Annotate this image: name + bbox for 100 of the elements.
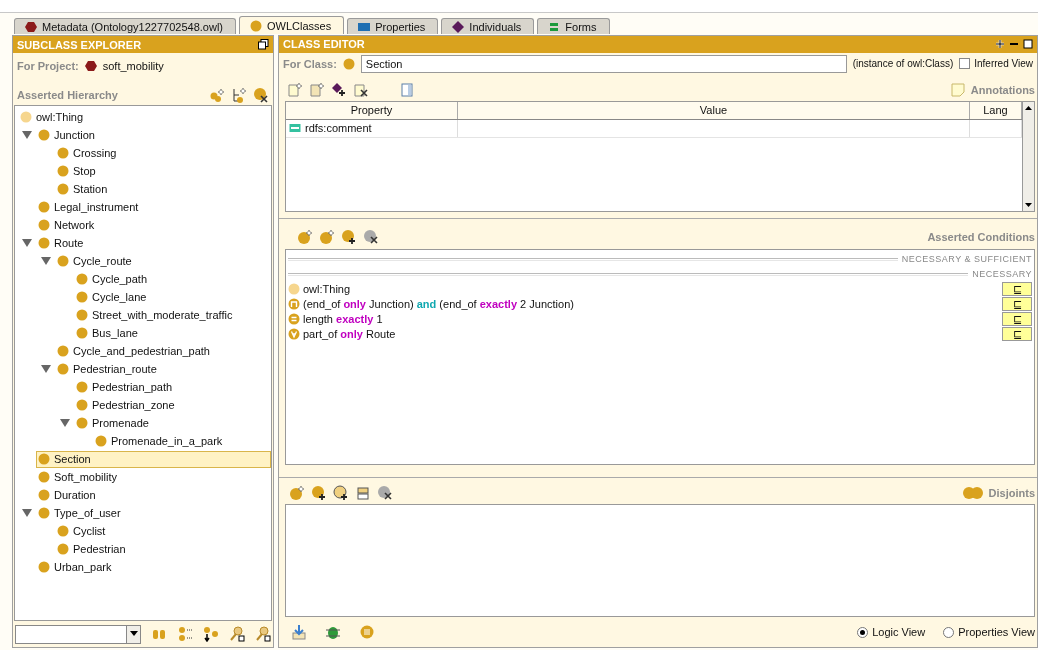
tree-item[interactable]: Pedestrian_path	[74, 378, 271, 396]
equals-icon	[288, 313, 300, 326]
project-label: For Project:	[17, 60, 79, 72]
swap-icon[interactable]	[355, 485, 371, 502]
download-icon[interactable]	[291, 624, 307, 641]
column-header[interactable]: Property	[286, 101, 458, 119]
universal-icon	[288, 328, 300, 341]
remove-condition-icon[interactable]	[377, 485, 393, 502]
hexagon-icon	[25, 20, 37, 33]
class-icon	[57, 165, 69, 177]
note-icon	[950, 82, 965, 97]
remove-condition-icon[interactable]	[363, 228, 379, 245]
tree-item[interactable]: Legal_instrument	[36, 198, 271, 216]
add-individual-icon[interactable]	[331, 81, 347, 98]
class-icon	[57, 525, 69, 537]
view-radio[interactable]: Properties View	[943, 626, 1035, 639]
tree-item[interactable]: Street_with_moderate_traffic	[74, 306, 271, 324]
class-icon	[250, 19, 262, 32]
class-icon	[76, 327, 88, 339]
windows-icon[interactable]	[258, 39, 269, 50]
expand-toggle-icon[interactable]	[22, 508, 32, 518]
tree-item[interactable]: Cyclist	[55, 522, 271, 540]
class-icon	[288, 283, 300, 296]
tree-item[interactable]: Duration	[36, 486, 271, 504]
tree-item[interactable]: Cycle_path	[74, 270, 271, 288]
key-icon[interactable]	[229, 626, 245, 642]
tree-item[interactable]: Section	[36, 450, 271, 468]
tree-item[interactable]: Promenade	[74, 414, 271, 432]
subclass-badge[interactable]: ⊑	[1002, 282, 1032, 297]
section-header: NECESSARY	[972, 269, 1032, 280]
class-icon	[76, 309, 88, 321]
condition-expression[interactable]: part_of only Route	[303, 328, 999, 341]
subclass-badge[interactable]: ⊑	[1002, 312, 1032, 327]
hierarchy-label: Asserted Hierarchy	[17, 89, 118, 101]
add-condition-icon[interactable]	[311, 485, 327, 502]
tree-item[interactable]: Cycle_route	[55, 252, 271, 270]
tree-item[interactable]: Bus_lane	[74, 324, 271, 342]
column-header[interactable]: Value	[458, 101, 970, 119]
dropdown-caret-icon[interactable]	[129, 631, 138, 637]
tree-item[interactable]: Type_of_user	[36, 504, 271, 522]
comment-icon	[289, 123, 301, 134]
expand-toggle-icon[interactable]	[41, 256, 51, 266]
condition-expression[interactable]: owl:Thing	[303, 283, 999, 296]
tree-item[interactable]: Urban_park	[36, 558, 271, 576]
condition-expression[interactable]: length exactly 1	[303, 313, 999, 326]
move-down-icon[interactable]	[203, 626, 219, 642]
section-header: NECESSARY & SUFFICIENT	[901, 254, 1032, 265]
tree-item[interactable]: Junction	[36, 126, 271, 144]
class-icon	[38, 453, 50, 465]
window-icon[interactable]	[1023, 39, 1033, 50]
bug-icon[interactable]	[325, 624, 341, 641]
class-icon	[38, 201, 50, 213]
expand-toggle-icon[interactable]	[60, 418, 70, 428]
tree-item[interactable]: Promenade_in_a_park	[93, 432, 271, 450]
class-name-field[interactable]: Section	[360, 54, 847, 73]
class-icon	[57, 255, 69, 267]
tree-item[interactable]: Crossing	[55, 144, 271, 162]
add-condition-icon[interactable]	[333, 485, 349, 502]
tab[interactable]: Properties	[347, 18, 439, 34]
delete-note-icon[interactable]	[353, 81, 369, 98]
tab[interactable]: Forms	[537, 18, 610, 34]
tree-item[interactable]: Network	[36, 216, 271, 234]
tree-item[interactable]: Station	[55, 180, 271, 198]
class-icon	[38, 237, 50, 249]
class-icon	[38, 219, 50, 231]
tree-item[interactable]: Pedestrian_zone	[74, 396, 271, 414]
delete-class-icon[interactable]	[253, 87, 269, 103]
class-icon	[57, 363, 69, 375]
instance-of-text: (instance of owl:Class)	[852, 58, 954, 70]
expand-toggle-icon[interactable]	[22, 130, 32, 140]
subclass-badge[interactable]: ⊑	[1002, 297, 1032, 312]
class-icon	[76, 399, 88, 411]
add-condition-icon[interactable]	[341, 228, 357, 245]
key-icon[interactable]	[255, 626, 271, 642]
add-sibling-icon[interactable]	[231, 87, 247, 103]
view-radio[interactable]: Logic View	[857, 626, 926, 639]
tab[interactable]: Metadata (Ontology1227702548.owl)	[14, 18, 236, 34]
inferred-view-checkbox[interactable]: Inferred View	[959, 58, 1033, 70]
tree-item[interactable]: Cycle_and_pedestrian_path	[55, 342, 271, 360]
disjoint-icon	[962, 486, 983, 501]
tree-item[interactable]: Soft_mobility	[36, 468, 271, 486]
dots-list-icon[interactable]	[177, 626, 193, 642]
tree-item[interactable]: Stop	[55, 162, 271, 180]
class-icon	[57, 147, 69, 159]
panel-header: CLASS EDITOR	[279, 36, 1037, 53]
subclass-badge[interactable]: ⊑	[1002, 327, 1032, 342]
column-header[interactable]: Lang	[970, 101, 1022, 119]
plus-icon[interactable]	[995, 39, 1005, 50]
tab[interactable]: Individuals	[441, 18, 535, 34]
expand-toggle-icon[interactable]	[22, 238, 32, 248]
tree-item[interactable]: Cycle_lane	[74, 288, 271, 306]
panel-header: SUBCLASS EXPLORER	[13, 36, 273, 53]
tree-item[interactable]: Pedestrian_route	[55, 360, 271, 378]
tree-item[interactable]: Route	[36, 234, 271, 252]
expand-toggle-icon[interactable]	[41, 364, 51, 374]
tree-item[interactable]: owl:Thing	[18, 108, 271, 126]
condition-expression[interactable]: (end_of only Junction) and (end_of exactly 2 Junction)	[303, 298, 999, 311]
tree-item[interactable]: Pedestrian	[55, 540, 271, 558]
class-icon	[76, 273, 88, 285]
tab[interactable]: OWLClasses	[239, 16, 345, 34]
